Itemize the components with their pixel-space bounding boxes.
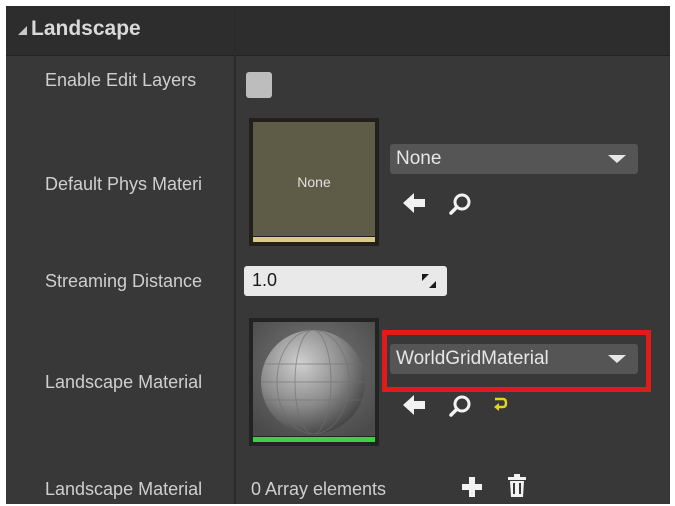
highlight-annotation bbox=[382, 330, 651, 392]
column-divider[interactable] bbox=[234, 6, 236, 504]
landscape-material-array-label: Landscape Material bbox=[45, 479, 203, 499]
enable-edit-layers-label: Enable Edit Layers bbox=[45, 70, 197, 90]
reset-to-default-icon[interactable] bbox=[492, 396, 508, 412]
section-title: Landscape bbox=[31, 17, 141, 40]
streaming-distance-value: 1.0 bbox=[252, 270, 278, 290]
material-sphere-preview bbox=[253, 322, 375, 436]
phys-material-combo[interactable]: None bbox=[390, 144, 638, 174]
phys-material-combo-value: None bbox=[396, 148, 442, 169]
enable-edit-layers-checkbox[interactable] bbox=[246, 72, 272, 98]
details-panel: Landscape Enable Edit Layers Default Phy… bbox=[6, 6, 670, 504]
plus-icon[interactable] bbox=[461, 476, 483, 498]
search-icon[interactable] bbox=[448, 394, 472, 418]
section-header[interactable]: Landscape bbox=[6, 6, 670, 56]
streaming-distance-label: Streaming Distance bbox=[45, 271, 203, 291]
array-elements-count: 0 Array elements bbox=[251, 479, 387, 499]
landscape-material-label: Landscape Material bbox=[45, 372, 203, 392]
trash-icon[interactable] bbox=[507, 474, 527, 498]
phys-material-thumbnail-text: None bbox=[297, 174, 331, 190]
left-arrow-icon[interactable] bbox=[402, 192, 426, 214]
left-arrow-icon[interactable] bbox=[402, 394, 426, 416]
resize-handle-icon[interactable] bbox=[421, 273, 437, 289]
default-phys-material-label: Default Phys Materi bbox=[45, 174, 203, 194]
search-icon[interactable] bbox=[448, 192, 472, 216]
collapse-triangle-icon[interactable] bbox=[18, 26, 27, 35]
material-type-bar bbox=[253, 437, 375, 442]
landscape-material-thumbnail[interactable] bbox=[249, 318, 379, 446]
phys-material-thumbnail[interactable]: None bbox=[249, 118, 379, 246]
phys-material-type-bar bbox=[253, 237, 375, 242]
chevron-down-icon bbox=[608, 155, 626, 163]
streaming-distance-input[interactable]: 1.0 bbox=[244, 266, 447, 296]
